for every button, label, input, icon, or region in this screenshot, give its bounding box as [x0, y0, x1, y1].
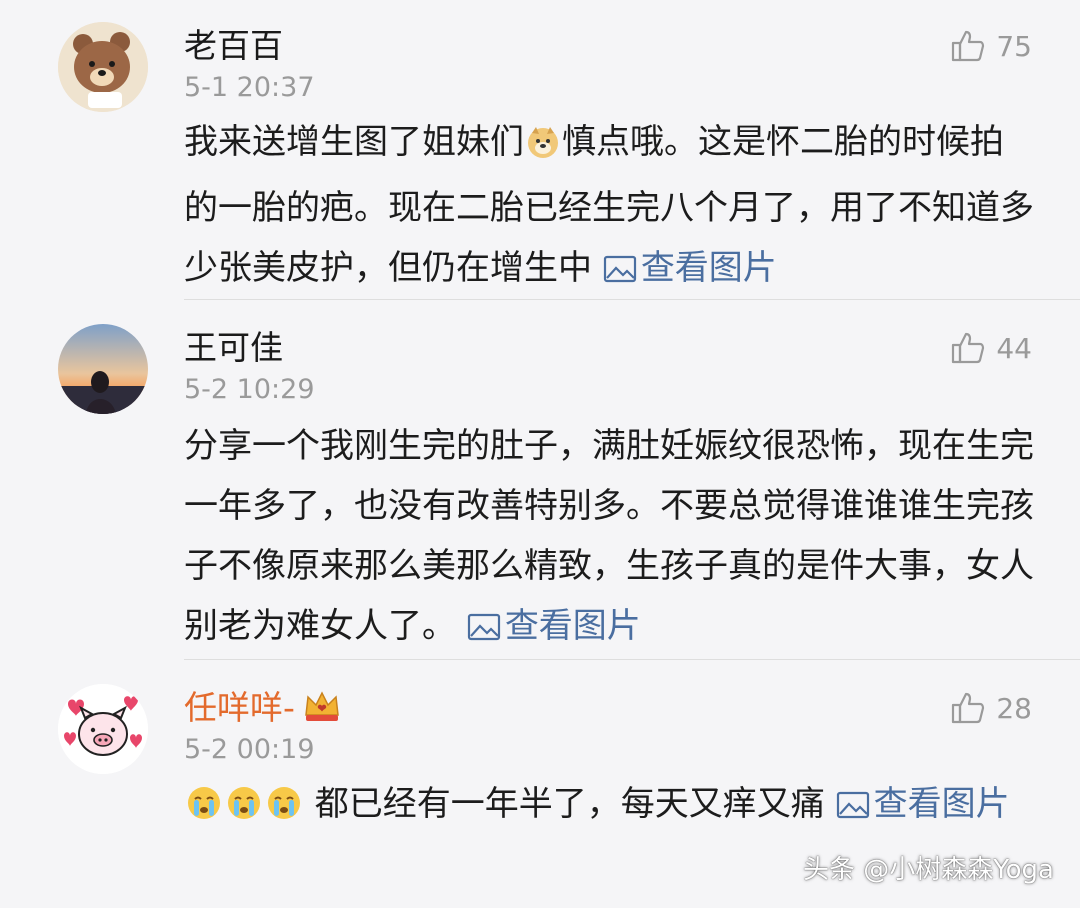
like-count: 75	[996, 29, 1032, 63]
view-picture-label: 查看图片	[504, 606, 641, 646]
view-picture-label: 查看图片	[873, 784, 1010, 824]
avatar[interactable]	[58, 324, 148, 414]
username[interactable]: 王可佳	[184, 328, 283, 368]
watermark: 头条 @小树森森Yoga	[802, 855, 1054, 885]
like-button[interactable]: 44	[950, 330, 1032, 366]
like-button[interactable]: 28	[950, 690, 1032, 726]
view-picture-link[interactable]: 查看图片	[467, 606, 641, 646]
like-button[interactable]: 75	[950, 28, 1032, 64]
thumbs-up-icon	[952, 332, 985, 364]
bear-avatar-icon	[58, 22, 148, 112]
username[interactable]: 老百百	[184, 26, 283, 66]
picture-icon	[836, 778, 870, 838]
crown-icon: ❤	[303, 689, 341, 732]
like-count: 28	[996, 691, 1032, 725]
picture-icon	[467, 600, 501, 660]
crying-emoji-icon	[186, 780, 222, 840]
view-picture-link[interactable]: 查看图片	[603, 248, 777, 288]
pig-avatar-icon	[58, 684, 148, 774]
thumbs-up-icon	[952, 30, 985, 62]
timestamp: 5-1 20:37	[184, 72, 315, 103]
picture-icon	[603, 242, 637, 302]
avatar[interactable]	[58, 22, 148, 112]
comment-item: 王可佳 5-2 10:29 44 分享一个我刚生完的肚子，满肚妊娠纹很恐怖，现在…	[0, 300, 1080, 660]
doge-emoji-icon	[526, 118, 560, 178]
timestamp: 5-2 10:29	[184, 374, 315, 405]
timestamp: 5-2 00:19	[184, 734, 315, 765]
crying-emoji-icon	[266, 780, 302, 840]
comment-text: 分享一个我刚生完的肚子，满肚妊娠纹很恐怖，现在生完一年多了，也没有改善特别多。不…	[184, 416, 1034, 660]
crying-emoji-icon	[226, 780, 262, 840]
username-label: 任咩咩-	[184, 688, 295, 727]
comment-item: 老百百 5-1 20:37 75 我来送增生图了姐妹们 慎点哦。这是怀二胎的时候拍…	[0, 0, 1080, 300]
sunset-photo-avatar-icon	[58, 324, 148, 414]
view-picture-label: 查看图片	[640, 248, 777, 288]
view-picture-link[interactable]: 查看图片	[836, 784, 1010, 824]
comment-text-part: 我来送增生图了姐妹们	[184, 122, 524, 162]
comment-text-part: 都已经有一年半了，每天又痒又痛	[304, 784, 836, 824]
svg-text:❤: ❤	[317, 703, 326, 715]
like-count: 44	[996, 331, 1032, 365]
username[interactable]: 任咩咩- ❤	[184, 688, 341, 732]
thumbs-up-icon	[952, 692, 985, 724]
avatar[interactable]	[58, 684, 148, 774]
comment-text: 我来送增生图了姐妹们 慎点哦。这是怀二胎的时候拍的一胎的疤。现在二胎已经生完八个月…	[184, 112, 1034, 302]
comment-text: 都已经有一年半了，每天又痒又痛 查看图片	[184, 774, 1034, 840]
